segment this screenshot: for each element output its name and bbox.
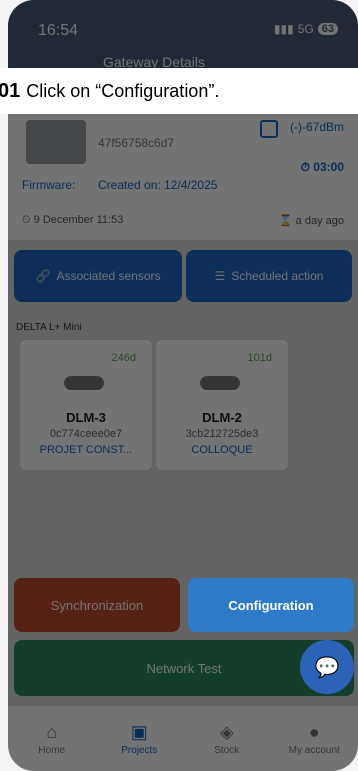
device-group-label: DELTA L+ Mini (16, 322, 82, 333)
tab-bar: ⌂ Home ▣ Projects ◈ Stock ● My account (8, 706, 358, 771)
gateway-image (26, 120, 86, 164)
sensor-icon (200, 376, 240, 390)
list-icon: ☰ (214, 269, 226, 283)
scheduled-action-button[interactable]: ☰ Scheduled action (186, 250, 352, 302)
edit-icon[interactable] (260, 120, 278, 138)
status-signal: ▮▮▮ 5G 63 (274, 22, 338, 36)
created-date: Created on: 12/4/2025 (98, 178, 218, 192)
user-icon: ● (308, 721, 320, 742)
instruction-banner: 01 Click on “Configuration”. (0, 68, 358, 114)
timer-value: ⏱ 03:00 (300, 160, 344, 174)
last-seen: ⌛ a day ago (278, 215, 344, 227)
gateway-id: 47f56758c6d7 (98, 136, 175, 150)
tab-projects[interactable]: ▣ Projects (99, 722, 179, 756)
phone-screen: 16:54 ▮▮▮ 5G 63 Gateway Details 47f56758… (8, 0, 358, 771)
briefcase-icon: ▣ (130, 721, 148, 742)
signal-icon: ▮▮▮ (273, 22, 294, 36)
firmware-label: Firmware: (22, 178, 76, 192)
associated-sensors-button[interactable]: 🔗 Associated sensors (14, 250, 182, 302)
last-sync-date: ⏲ 9 December 11:53 (22, 214, 124, 226)
rssi-value: (-)-67dBm (289, 120, 344, 134)
chat-icon[interactable]: 💬 (300, 640, 354, 694)
tab-stock[interactable]: ◈ Stock (187, 722, 267, 756)
home-icon: ⌂ (46, 721, 58, 742)
network-type: 5G (297, 22, 314, 36)
battery-icon: 63 (317, 23, 338, 35)
instruction-text: Click on “Configuration”. (26, 80, 220, 101)
instruction-number: 01 (0, 79, 21, 102)
gateway-card: 47f56758c6d7 (-)-67dBm ⏱ 03:00 Firmware:… (8, 100, 358, 240)
link-icon: 🔗 (35, 269, 51, 283)
box-icon: ◈ (219, 721, 234, 742)
status-time: 16:54 (38, 22, 79, 39)
tab-account[interactable]: ● My account (274, 722, 354, 756)
synchronization-button[interactable]: Synchronization (14, 578, 180, 632)
configuration-button[interactable]: Configuration (188, 578, 354, 632)
device-tile[interactable]: 246d DLM-3 0c774ceee0e7 PROJET CONST... (20, 340, 152, 470)
sensor-icon (64, 376, 104, 390)
tab-home[interactable]: ⌂ Home (12, 722, 92, 756)
device-tile[interactable]: 101d DLM-2 3cb212725de3 COLLOQUE (156, 340, 288, 470)
